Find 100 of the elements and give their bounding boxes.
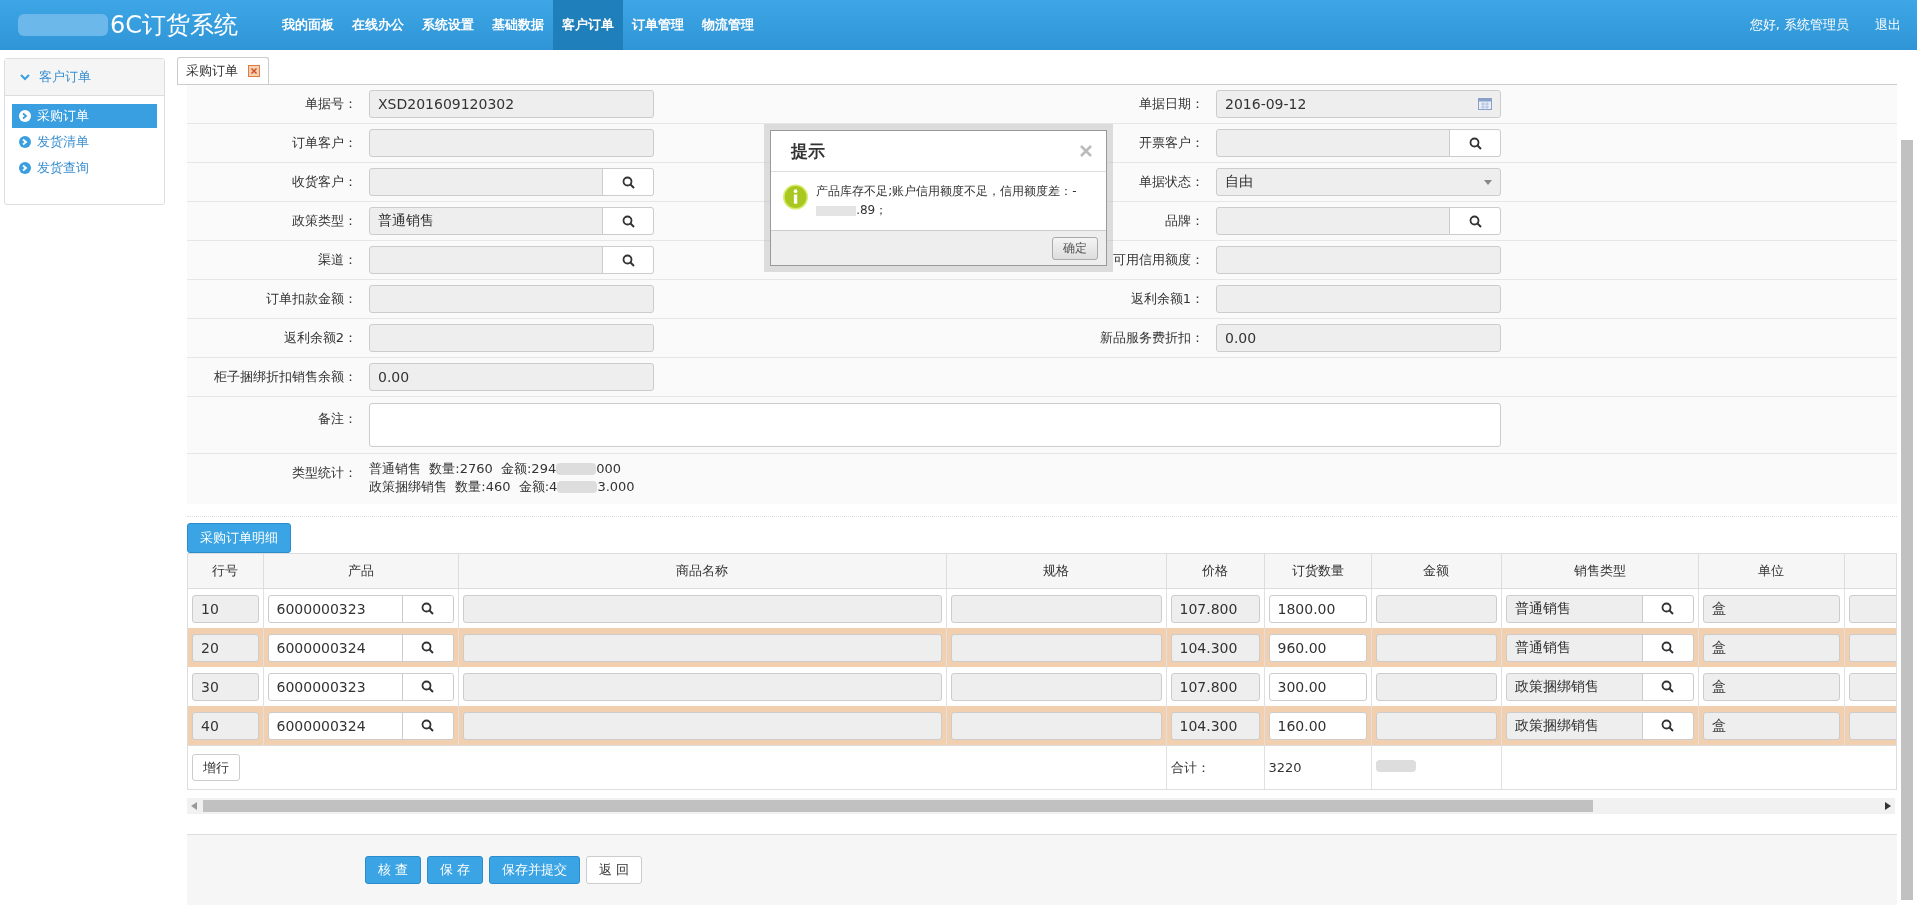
sale-type-lookup-field[interactable]: 政策捆绑销售: [1505, 711, 1694, 740]
sale-type-lookup-field[interactable]: 政策捆绑销售: [1505, 672, 1694, 701]
column-header: 产品: [263, 554, 458, 589]
quantity-input[interactable]: 160.00: [1268, 711, 1367, 740]
search-button[interactable]: [401, 673, 453, 700]
quantity-input[interactable]: 300.00: [1268, 672, 1367, 701]
unit-field: 盒: [1702, 633, 1840, 662]
product-lookup-field[interactable]: 6000000324: [267, 633, 454, 662]
search-button[interactable]: [1641, 634, 1693, 661]
price-field: 104.300: [1170, 633, 1260, 662]
search-icon: [1661, 680, 1674, 693]
vertical-scrollbar[interactable]: [1901, 140, 1913, 900]
field-label: 单据日期：: [1139, 95, 1204, 113]
search-icon: [1661, 719, 1674, 732]
column-header: 价格: [1166, 554, 1264, 589]
chevron-down-icon: [19, 71, 31, 83]
field-label: 单据状态：: [1139, 173, 1204, 191]
table-row[interactable]: 20 6000000324 104.300 960.00 普通销售 盒: [188, 628, 1896, 667]
lookup-field[interactable]: [1216, 129, 1501, 157]
nav-menu-item[interactable]: 客户订单: [553, 0, 623, 50]
lookup-field[interactable]: [369, 246, 654, 274]
search-button[interactable]: [602, 247, 653, 273]
table-row[interactable]: 30 6000000323 107.800 300.00 政策捆绑销售 盒: [188, 667, 1896, 706]
table-row[interactable]: 40 6000000324 104.300 160.00 政策捆绑销售 盒: [188, 706, 1896, 746]
search-button[interactable]: [401, 634, 453, 661]
close-icon[interactable]: [248, 65, 260, 77]
field-label: 可用信用额度：: [1113, 251, 1204, 269]
action-button[interactable]: 返 回: [586, 856, 643, 884]
search-button[interactable]: [1449, 130, 1500, 156]
dialog-title: 提示: [791, 139, 825, 163]
search-button[interactable]: [1641, 595, 1693, 622]
blurred-amount: [556, 463, 597, 475]
dropdown-caret-icon: [1484, 179, 1492, 185]
readonly-field[interactable]: 0.00: [1216, 324, 1501, 352]
scroll-left-icon[interactable]: [191, 802, 197, 810]
readonly-field[interactable]: [369, 129, 654, 157]
readonly-field: [1848, 594, 1896, 623]
lookup-field[interactable]: [369, 168, 654, 196]
readonly-field[interactable]: [1216, 285, 1501, 313]
sale-type-lookup-field[interactable]: 普通销售: [1505, 594, 1694, 623]
date-field[interactable]: 2016-09-12: [1216, 90, 1501, 118]
quantity-input[interactable]: 1800.00: [1268, 594, 1367, 623]
search-icon: [621, 253, 635, 267]
search-button[interactable]: [1641, 712, 1693, 739]
search-button[interactable]: [401, 595, 453, 622]
add-row-button[interactable]: 增行: [192, 754, 240, 781]
arrow-circle-icon: [19, 162, 31, 174]
field-label: 收货客户：: [292, 173, 357, 191]
readonly-field[interactable]: XSD201609120302: [369, 90, 654, 118]
unit-field: 盒: [1702, 711, 1840, 740]
unit-field: 盒: [1702, 594, 1840, 623]
status-dropdown[interactable]: 自由: [1216, 168, 1501, 196]
document-tab[interactable]: 采购订单: [177, 57, 269, 84]
search-icon: [421, 602, 434, 615]
search-icon: [621, 175, 635, 189]
search-icon: [1661, 602, 1674, 615]
total-label: 合计：: [1170, 759, 1210, 775]
readonly-field[interactable]: [369, 324, 654, 352]
sidebar-item[interactable]: 发货查询: [12, 156, 157, 180]
field-label: 开票客户：: [1139, 134, 1204, 152]
sale-type-lookup-field[interactable]: 普通销售: [1505, 633, 1694, 662]
arrow-circle-icon: [19, 110, 31, 122]
readonly-field[interactable]: [1216, 246, 1501, 274]
product-lookup-field[interactable]: 6000000323: [267, 594, 454, 623]
search-button[interactable]: [1449, 208, 1500, 234]
readonly-field[interactable]: [369, 285, 654, 313]
close-icon[interactable]: [1080, 145, 1092, 157]
search-button[interactable]: [401, 712, 453, 739]
type-stat-text: 普通销售 数量:2760 金额:294: [369, 460, 557, 478]
product-lookup-field[interactable]: 6000000323: [267, 672, 454, 701]
unit-field: 盒: [1702, 672, 1840, 701]
calendar-icon[interactable]: [1478, 98, 1492, 110]
search-button[interactable]: [602, 208, 653, 234]
sidebar-title: 客户订单: [39, 68, 91, 86]
column-header: 订货数量: [1264, 554, 1371, 589]
dialog-message: 产品库存不足;账户信用额度不足，信用额度差：- .89；: [816, 183, 1078, 219]
product-lookup-field[interactable]: 6000000324: [267, 711, 454, 740]
lookup-field[interactable]: [1216, 207, 1501, 235]
horizontal-scrollbar[interactable]: [187, 798, 1895, 814]
search-icon: [421, 719, 434, 732]
ok-button[interactable]: 确定: [1052, 236, 1098, 260]
price-field: 104.300: [1170, 711, 1260, 740]
sidebar-item[interactable]: 发货清单: [12, 130, 157, 154]
scroll-right-icon[interactable]: [1885, 802, 1891, 810]
field-label: 政策类型：: [292, 212, 357, 230]
search-icon: [1468, 136, 1482, 150]
field-label: 品牌：: [1165, 212, 1204, 230]
remark-textarea[interactable]: [369, 403, 1501, 447]
line-number-field: 10: [192, 594, 259, 623]
price-field: 107.800: [1170, 672, 1260, 701]
search-button[interactable]: [602, 169, 653, 195]
search-icon: [421, 680, 434, 693]
search-button[interactable]: [1641, 673, 1693, 700]
field-label: 柜子捆绑折扣销售余额：: [214, 368, 357, 386]
readonly-field[interactable]: 0.00: [369, 363, 654, 391]
table-row[interactable]: 10 6000000323 107.800 1800.00 普通销售 盒: [188, 588, 1896, 628]
quantity-input[interactable]: 960.00: [1268, 633, 1367, 662]
line-number-field: 20: [192, 633, 259, 662]
lookup-field[interactable]: 普通销售: [369, 207, 654, 235]
blurred-amount: [557, 481, 598, 493]
